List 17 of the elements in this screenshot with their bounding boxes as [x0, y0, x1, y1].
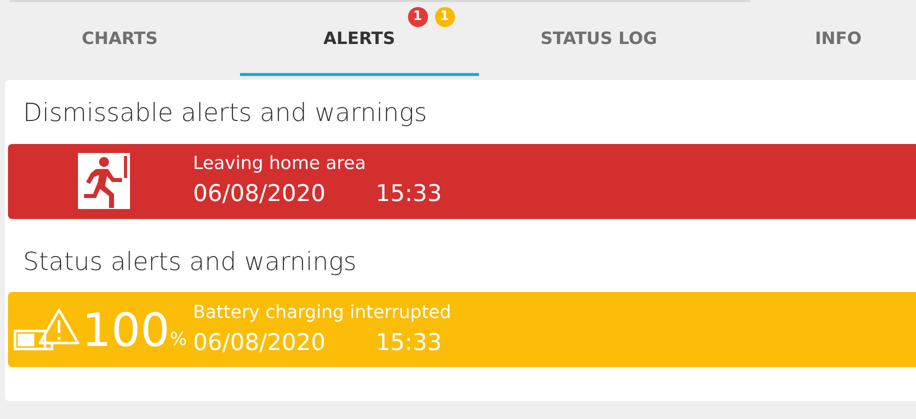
tab[interactable]: ALERTS 1 1 — [240, 2, 479, 76]
count-badge: 1 — [408, 7, 428, 27]
percent-unit: % — [170, 328, 187, 352]
alert-date: 06/08/2020 — [193, 328, 326, 358]
alert-time: 15:33 — [376, 180, 442, 210]
count-badge: 1 — [434, 7, 454, 27]
alert-message: Leaving home area — [193, 152, 367, 176]
battery-percent: 100 — [82, 306, 170, 352]
tab[interactable]: INFO — [718, 2, 916, 76]
section-heading: Dismissable alerts and warnings — [23, 97, 428, 129]
alert-time: 15:33 — [376, 328, 442, 358]
tab[interactable]: CHARTS — [0, 2, 240, 76]
alert-message: Battery charging interrupted — [193, 300, 452, 325]
alert-date: 06/08/2020 — [193, 180, 326, 210]
section-heading: Status alerts and warnings — [23, 246, 358, 278]
tab[interactable]: STATUS LOG — [479, 2, 718, 76]
battery-warning-icon — [12, 306, 82, 352]
